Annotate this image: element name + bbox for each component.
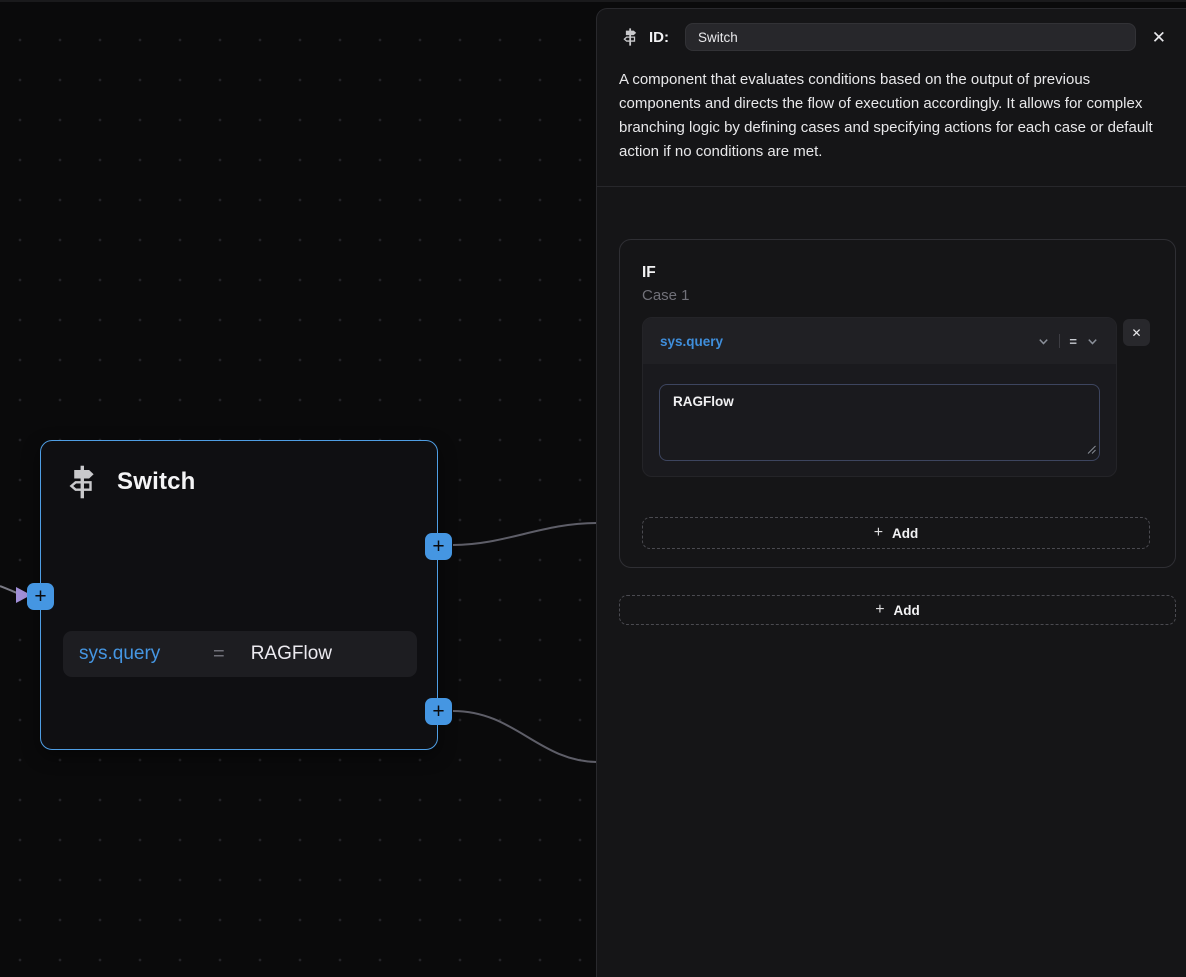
edge-else-branch[interactable]	[453, 711, 597, 762]
node-settings-panel: ID: ✕ A component that evaluates conditi…	[596, 8, 1186, 977]
condition-value-textarea[interactable]: RAGFlow	[659, 384, 1100, 461]
node-condition-pill: sys.query = RAGFlow	[63, 631, 417, 677]
switch-node-header: Switch	[41, 441, 437, 501]
panel-header: ID: ✕	[597, 9, 1186, 51]
node-else-handle-plus-button[interactable]: +	[425, 698, 452, 725]
edge-incoming[interactable]	[0, 586, 17, 593]
node-input-handle-plus-button[interactable]: +	[27, 583, 54, 610]
node-condition-variable: sys.query	[79, 643, 187, 665]
edge-if-branch[interactable]	[453, 523, 597, 545]
condition-group: sys.query = RAGFlow	[642, 317, 1117, 477]
component-description: A component that evaluates conditions ba…	[597, 51, 1186, 164]
close-icon: ✕	[1152, 28, 1166, 47]
case-card-title: IF	[642, 264, 1150, 282]
add-case-button[interactable]: + Add	[619, 595, 1176, 625]
vertical-divider	[1059, 334, 1060, 348]
chevron-down-icon[interactable]	[1086, 335, 1099, 348]
node-condition-operator: =	[213, 643, 225, 666]
node-id-input[interactable]	[685, 23, 1136, 51]
id-label: ID:	[649, 29, 669, 46]
condition-group-body: RAGFlow	[643, 364, 1116, 476]
chevron-down-icon[interactable]	[1037, 335, 1050, 348]
condition-operator-select[interactable]: =	[1069, 334, 1077, 349]
switch-node[interactable]: Switch If Case 1 AND sys.query = RAGFlow…	[40, 440, 438, 750]
condition-row: sys.query = RAGFlow	[642, 317, 1150, 477]
case-card: IF Case 1 sys.query =	[619, 239, 1176, 568]
add-condition-label: Add	[892, 526, 918, 541]
condition-value-text: RAGFlow	[673, 394, 734, 409]
plus-icon: +	[432, 701, 444, 722]
condition-group-header: sys.query =	[643, 318, 1116, 364]
plus-icon: +	[34, 586, 46, 607]
resize-grip-icon[interactable]	[1087, 442, 1096, 457]
condition-header-controls: =	[1037, 334, 1099, 349]
remove-condition-button[interactable]: ✕	[1123, 319, 1150, 346]
close-panel-button[interactable]: ✕	[1146, 25, 1172, 50]
plus-icon: +	[874, 524, 883, 542]
case-card-subtitle: Case 1	[642, 287, 1150, 304]
add-case-label: Add	[894, 603, 920, 618]
signpost-icon	[621, 27, 639, 47]
node-if-handle-plus-button[interactable]: +	[425, 533, 452, 560]
node-title: Switch	[117, 468, 196, 496]
add-case-wrap: + Add	[619, 595, 1176, 625]
signpost-icon	[65, 463, 99, 501]
condition-variable-select[interactable]: sys.query	[660, 334, 1037, 349]
header-divider	[597, 186, 1186, 187]
plus-icon: +	[432, 536, 444, 557]
plus-icon: +	[875, 601, 884, 619]
close-icon: ✕	[1131, 327, 1141, 339]
add-condition-button[interactable]: + Add	[642, 517, 1150, 549]
node-condition-value: RAGFlow	[251, 643, 332, 665]
